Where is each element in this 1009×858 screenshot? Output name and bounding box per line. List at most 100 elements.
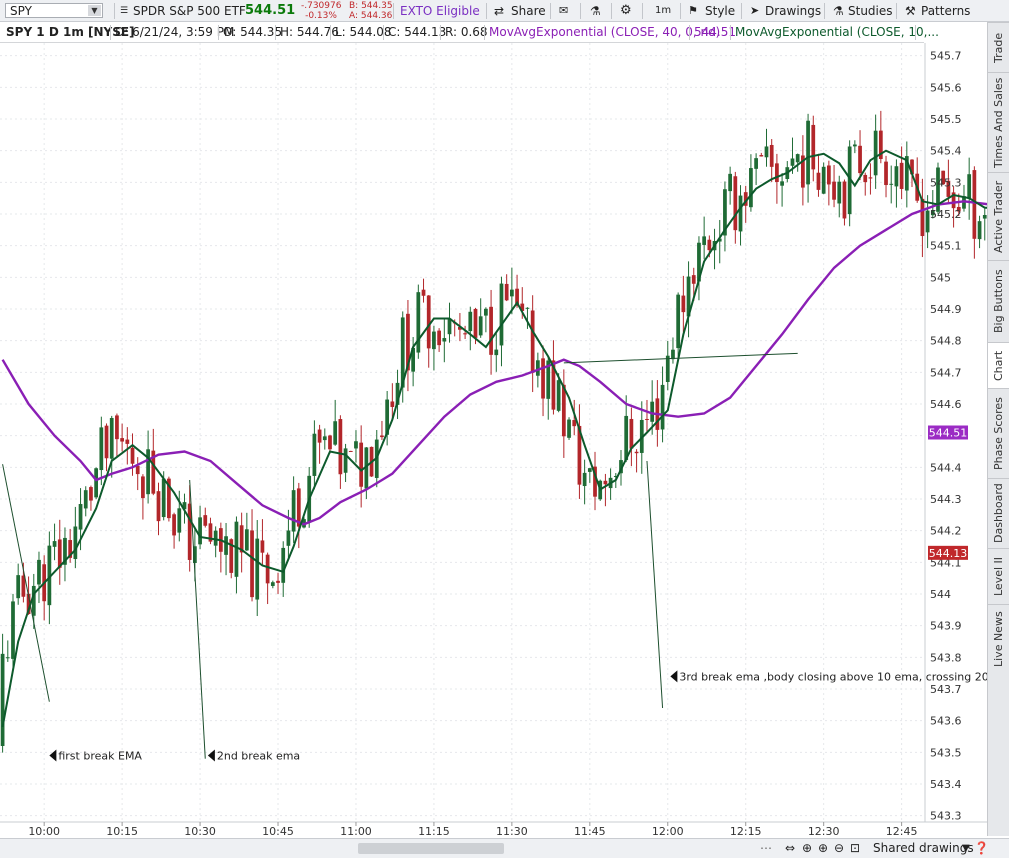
x-tick-label: 10:30 [184, 825, 216, 838]
drawings-button[interactable]: Drawings [765, 0, 821, 22]
share-icon[interactable]: ⇄ [494, 0, 504, 22]
candle-body [94, 468, 99, 498]
zoom-in-icon[interactable]: ⊕ [818, 839, 828, 858]
divider [611, 3, 612, 19]
style-icon[interactable]: ⚑ [688, 0, 698, 22]
candle-body [754, 158, 758, 169]
candle-body [790, 158, 795, 166]
flask-icon[interactable]: ⚗ [590, 0, 601, 22]
bar-close: C: 544.13 [388, 25, 447, 39]
candle-body [484, 308, 488, 316]
candle-body [832, 181, 836, 200]
candle-body [224, 536, 228, 555]
divider [824, 3, 825, 19]
x-tick-label: 12:30 [808, 825, 840, 838]
candle-body [775, 163, 779, 182]
candle-body [504, 283, 509, 301]
candle-body [426, 295, 431, 349]
tab-phase-scores[interactable]: Phase Scores [988, 388, 1009, 478]
candle-body [442, 338, 447, 342]
price-badge-label: 544.13 [929, 547, 968, 560]
y-tick-label: 543.9 [930, 620, 962, 633]
zoom-out-icon[interactable]: ⊖ [834, 839, 844, 858]
divider [550, 3, 551, 19]
tab-live-news[interactable]: Live News [988, 604, 1009, 674]
annotation-text: first break EMA [58, 750, 142, 763]
patterns-button[interactable]: Patterns [921, 0, 970, 22]
help-icon[interactable]: ❓ [974, 839, 989, 858]
candle-body [629, 418, 634, 449]
studies-icon[interactable]: ⚗ [833, 0, 844, 22]
candle-body [416, 292, 421, 353]
symbol-description: SPDR S&P 500 ETF [133, 4, 246, 18]
tab-chart[interactable]: Chart [988, 342, 1009, 388]
candle-body [348, 450, 353, 452]
y-tick-label: 543.8 [930, 651, 962, 664]
x-tick-label: 12:15 [730, 825, 762, 838]
candle-body [556, 380, 561, 411]
timeframe-button[interactable]: 1m [655, 0, 671, 22]
y-tick-label: 544.9 [930, 303, 962, 316]
drag-icon[interactable]: ⋯ [760, 839, 772, 858]
gear-icon[interactable]: ⚙ [620, 0, 632, 22]
menu-icon[interactable]: ☰ [120, 0, 128, 22]
candle-body [894, 166, 899, 187]
candle-body [468, 311, 473, 332]
divider [580, 3, 581, 19]
candle-body [873, 130, 878, 176]
horizontal-scrollbar[interactable] [358, 843, 504, 854]
chevron-down-icon[interactable]: ▼ [962, 839, 970, 858]
y-tick-label: 545.7 [930, 50, 962, 63]
divider [218, 25, 219, 40]
candle-body [286, 530, 291, 546]
y-tick-label: 544.7 [930, 366, 962, 379]
x-axis-labels: 10:00 10:15 10:30 10:45 11:00 11:15 11:30 11:45… [28, 822, 917, 838]
share-button[interactable]: Share [511, 0, 546, 22]
fit-icon[interactable]: ⊡ [850, 839, 860, 858]
candle-body [806, 120, 810, 185]
chevron-down-icon[interactable]: ▼ [88, 5, 101, 16]
candle-body [343, 448, 348, 473]
x-tick-label: 12:45 [886, 825, 918, 838]
right-sidebar-tabs: Trade Times And Sales Active Trader Big … [987, 22, 1009, 836]
divider [484, 25, 485, 40]
candle-body [567, 419, 571, 438]
cursor-icon[interactable]: ➤ [750, 0, 759, 22]
net-change: -.730976 [301, 1, 342, 11]
pan-icon[interactable]: ⇔ [785, 839, 795, 858]
divider [896, 3, 897, 19]
tab-trade[interactable]: Trade [988, 22, 1009, 72]
candle-body [728, 173, 732, 192]
shared-drawings-button[interactable]: Shared drawings [873, 839, 974, 858]
candle-body [333, 421, 338, 445]
candle-body [863, 174, 868, 183]
tab-dashboard[interactable]: Dashboard [988, 478, 1009, 548]
patterns-icon[interactable]: ⚒ [905, 0, 916, 22]
tab-level-ii[interactable]: Level II [988, 548, 1009, 604]
divider [275, 25, 276, 40]
y-tick-label: 543.6 [930, 715, 962, 728]
candle-body [52, 541, 57, 547]
tab-times-and-sales[interactable]: Times And Sales [988, 72, 1009, 172]
candle-body [291, 490, 296, 532]
candle-body [665, 355, 670, 383]
symbol-selector[interactable]: SPY ▼ [5, 3, 103, 18]
tab-active-trader[interactable]: Active Trader [988, 172, 1009, 260]
message-icon[interactable]: ✉ [559, 0, 568, 22]
ema-10-label: MovAvgExponential (CLOSE, 10,... [735, 25, 939, 39]
ema-40-label: MovAvgExponential (CLOSE, 40, 0, no) [489, 25, 721, 39]
percent-change: -0.13% [305, 11, 337, 21]
price-chart[interactable]: first break EMA 2nd break ema 3rd break em… [0, 43, 987, 838]
candle-body [125, 439, 130, 444]
style-button[interactable]: Style [705, 0, 735, 22]
divider [915, 25, 916, 40]
studies-button[interactable]: Studies [848, 0, 893, 22]
chart-info-bar: SPY 1 D 1m [NYSE] D: 6/21/24, 3:59 PM O:… [0, 22, 939, 43]
candle-body [645, 418, 649, 420]
candle-body [213, 530, 218, 546]
candle-body [826, 165, 831, 185]
divider [330, 25, 331, 40]
tab-big-buttons[interactable]: Big Buttons [988, 260, 1009, 342]
candle-body [603, 480, 608, 485]
crosshair-icon[interactable]: ⊕ [802, 839, 812, 858]
